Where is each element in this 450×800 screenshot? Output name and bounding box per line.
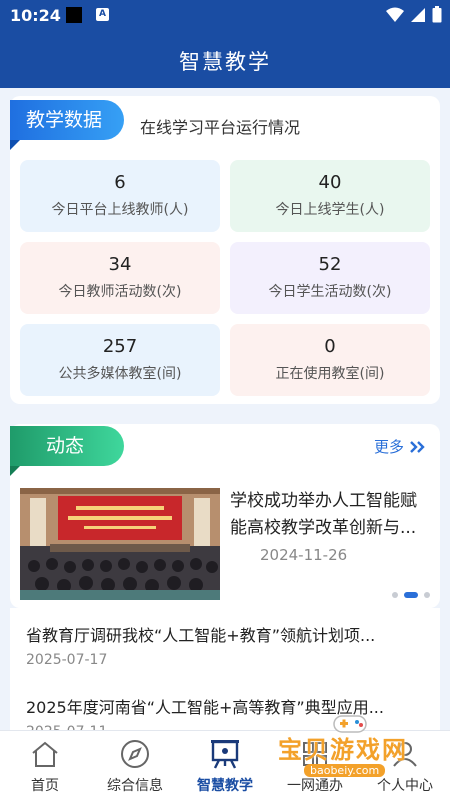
- news-card: 动态 更多 学校成功举办人工智能赋能高校教学改革创新与... 2024-11-2…: [10, 424, 440, 608]
- app-bar: 智慧教学: [0, 32, 450, 88]
- stat-value: 0: [324, 336, 336, 357]
- battery-icon: [432, 6, 442, 23]
- nav-label: 综合信息: [107, 778, 163, 794]
- stat-label: 今日上线学生(人): [275, 202, 385, 218]
- stat-value: 52: [318, 254, 342, 275]
- featured-news-title[interactable]: 学校成功举办人工智能赋能高校教学改革创新与...: [230, 488, 426, 542]
- wifi-icon: [386, 7, 404, 22]
- nav-home[interactable]: 首页: [0, 737, 90, 795]
- more-label: 更多: [373, 438, 404, 456]
- keyboard-a-icon: A: [96, 8, 109, 21]
- carousel-dot[interactable]: [392, 592, 398, 598]
- stat-value: 6: [114, 172, 126, 193]
- more-link[interactable]: 更多: [374, 436, 426, 457]
- teaching-data-ribbon: 教学数据: [10, 100, 125, 150]
- status-bar: 10:24 A: [0, 0, 450, 32]
- news-list-item-date: 2025-07-17: [26, 652, 108, 668]
- page-title: 智慧教学: [179, 50, 271, 74]
- stat-student-activities[interactable]: 52 今日学生活动数(次): [230, 242, 430, 314]
- teaching-data-card: 教学数据 在线学习平台运行情况 6 今日平台上线教师(人) 40 今日上线学生(…: [10, 96, 440, 404]
- home-icon: [0, 737, 90, 771]
- stat-value: 40: [318, 172, 342, 193]
- double-chevron-right-icon: [410, 440, 425, 453]
- nav-label: 智慧教学: [197, 778, 253, 794]
- nav-label: 首页: [31, 778, 59, 794]
- teaching-data-subtitle: 在线学习平台运行情况: [140, 118, 301, 137]
- stat-classrooms-in-use[interactable]: 0 正在使用教室(间): [230, 324, 430, 396]
- easel-icon: [180, 737, 270, 771]
- featured-news-image[interactable]: [20, 488, 220, 600]
- watermark-text: 宝贝游戏网: [278, 736, 408, 764]
- stat-label: 今日教师活动数(次): [58, 284, 182, 300]
- stat-label: 今日平台上线教师(人): [51, 202, 189, 218]
- system-icons: [386, 6, 442, 23]
- watermark-logo: 宝贝游戏网 baobeiy.com: [274, 712, 450, 800]
- stat-label: 正在使用教室(间): [275, 366, 385, 382]
- carousel-indicator: [392, 592, 430, 598]
- signal-icon: [411, 7, 425, 22]
- watermark-sub: baobeiy.com: [304, 764, 386, 777]
- conference-photo: [20, 488, 220, 600]
- stat-label: 今日学生活动数(次): [268, 284, 392, 300]
- news-list-item-title[interactable]: 省教育厅调研我校“人工智能+教育”领航计划项...: [26, 622, 375, 646]
- stat-multimedia-classrooms[interactable]: 257 公共多媒体教室(间): [20, 324, 220, 396]
- stat-online-students[interactable]: 40 今日上线学生(人): [230, 160, 430, 232]
- stat-value: 34: [108, 254, 132, 275]
- compass-icon: [90, 737, 180, 771]
- featured-news-date: 2024-11-26: [260, 546, 348, 564]
- news-ribbon: 动态: [10, 426, 124, 476]
- nav-smart-teaching[interactable]: 智慧教学: [180, 737, 270, 795]
- status-time: 10:24: [10, 6, 61, 25]
- carousel-dot[interactable]: [424, 592, 430, 598]
- stat-online-teachers[interactable]: 6 今日平台上线教师(人): [20, 160, 220, 232]
- stat-value: 257: [102, 336, 138, 357]
- stat-label: 公共多媒体教室(间): [58, 366, 182, 382]
- carousel-dot-active[interactable]: [404, 592, 418, 598]
- notification-square-icon: [66, 7, 82, 23]
- nav-general-info[interactable]: 综合信息: [90, 737, 180, 795]
- stat-teacher-activities[interactable]: 34 今日教师活动数(次): [20, 242, 220, 314]
